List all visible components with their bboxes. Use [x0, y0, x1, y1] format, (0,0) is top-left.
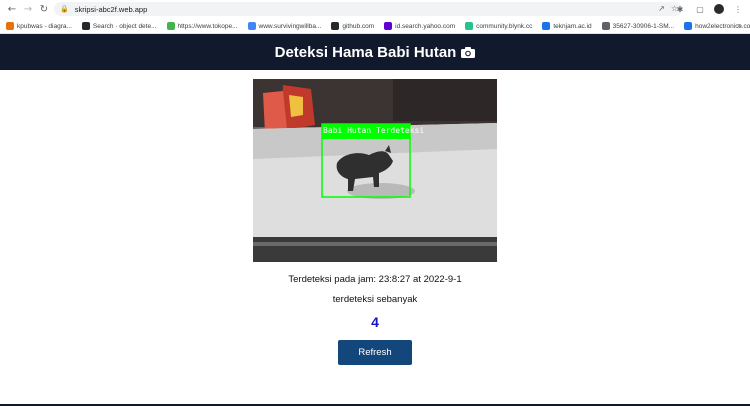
address-bar[interactable]: 🔒 skripsi-abc2f.web.app ↗ ☆ [54, 2, 682, 16]
address-bar-row: ← → ↻ 🔒 skripsi-abc2f.web.app ↗ ☆ ✱ ▢ ⋮ [0, 0, 750, 18]
bookmark-item[interactable]: 35627-30906-1-SM... [601, 22, 675, 30]
more-bookmarks-icon[interactable]: » [737, 18, 742, 34]
bookmark-item[interactable]: community.blynk.cc [465, 22, 532, 30]
back-icon[interactable]: ← [4, 1, 20, 17]
bookmark-label: kpubwas - diagra... [17, 22, 72, 30]
bookmark-label: www.survivingwillba... [258, 22, 322, 30]
bookmark-item[interactable]: https://www.tokope... [166, 22, 238, 30]
bookmark-item[interactable]: github.com [331, 22, 374, 30]
menu-icon[interactable]: ⋮ [732, 2, 744, 16]
extensions-icon[interactable]: ✱ [674, 2, 686, 16]
bookmark-favicon-icon [542, 22, 551, 30]
bookmark-label: teknjam.ac.id [553, 22, 592, 30]
profile-avatar[interactable] [714, 4, 724, 14]
bookmark-favicon-icon [81, 22, 90, 30]
detection-snapshot: Babi Hutan Terdeteksi [253, 79, 497, 262]
snapshot-image [253, 79, 497, 262]
bookmark-item[interactable]: Search · object dete... [81, 22, 157, 30]
bookmark-label: 35627-30906-1-SM... [612, 22, 675, 30]
app-header: Deteksi Hama Babi Hutan [0, 34, 750, 70]
bookmarks-bar: kpubwas - diagra... Search · object dete.… [0, 18, 750, 34]
bookmark-item[interactable]: www.survivingwillba... [247, 22, 322, 30]
bookmark-favicon-icon [331, 22, 340, 30]
lock-icon: 🔒 [60, 5, 69, 13]
bookmark-favicon-icon [6, 22, 14, 30]
bookmark-label: github.com [342, 22, 375, 30]
bookmark-label: Search · object dete... [92, 22, 157, 30]
share-icon[interactable]: ↗ [658, 4, 665, 13]
side-panel-icon[interactable]: ▢ [694, 2, 706, 16]
refresh-button[interactable]: Refresh [338, 340, 412, 365]
detection-count-value: 4 [371, 314, 379, 330]
bookmark-label: https://www.tokope... [177, 22, 238, 30]
url-text: skripsi-abc2f.web.app [74, 4, 148, 14]
detection-count-label: terdeteksi sebanyak [332, 294, 418, 305]
detection-box-label: Babi Hutan Terdeteksi [323, 126, 425, 135]
detection-time-text: Terdeteksi pada jam: 23:8:27 at 2022-9-1 [288, 274, 462, 285]
bookmark-label: id.search.yahoo.com [395, 22, 456, 30]
bookmark-favicon-icon [247, 22, 256, 30]
page-title: Deteksi Hama Babi Hutan [274, 43, 457, 61]
bookmark-label: community.blynk.cc [476, 22, 533, 30]
bookmark-favicon-icon [166, 22, 175, 30]
browser-chrome: ← → ↻ 🔒 skripsi-abc2f.web.app ↗ ☆ ✱ ▢ ⋮ … [0, 0, 750, 34]
bookmark-favicon-icon [384, 22, 393, 30]
bookmark-favicon-icon [601, 22, 610, 30]
bookmark-item[interactable]: kpubwas - diagra... [6, 22, 72, 30]
bookmark-item[interactable]: teknjam.ac.id [542, 22, 592, 30]
forward-icon[interactable]: → [20, 1, 36, 17]
camera-icon [461, 46, 476, 58]
bookmark-favicon-icon [684, 22, 693, 30]
bookmark-favicon-icon [465, 22, 474, 30]
bookmark-item[interactable]: id.search.yahoo.com [384, 22, 455, 30]
reload-icon[interactable]: ↻ [36, 1, 52, 17]
